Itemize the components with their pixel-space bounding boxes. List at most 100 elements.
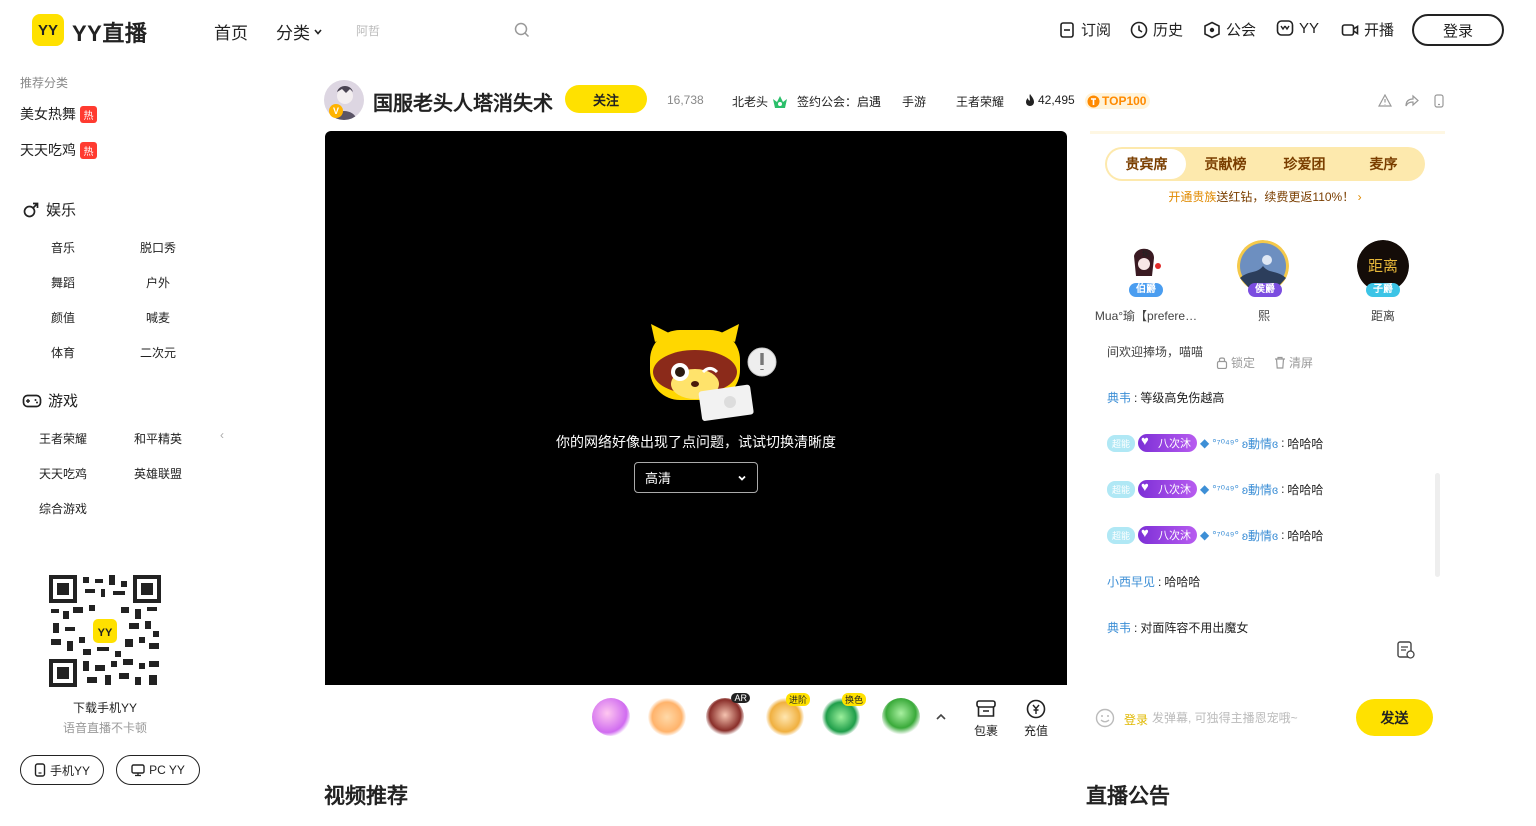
send-button[interactable]: 发送 <box>1356 699 1433 736</box>
chat-username[interactable]: 小西早见 <box>1107 573 1155 590</box>
report-icon[interactable] <box>1378 94 1392 108</box>
bag-label: 包裹 <box>973 724 998 738</box>
nav-yy[interactable]: YY <box>1276 19 1319 37</box>
room-title: 国服老头人塔消失术 <box>373 93 553 115</box>
category-outdoor[interactable]: 户外 <box>118 274 198 291</box>
tab-contribution[interactable]: 贡献榜 <box>1186 149 1265 179</box>
noble-promo[interactable]: 开通贵族送红钻，续费更返110%！ › <box>1105 188 1425 205</box>
gift-badge-ar: AR <box>731 693 750 703</box>
gift-balloon[interactable] <box>882 698 920 736</box>
lock-button[interactable]: 锁定 <box>1216 354 1255 371</box>
vip-name-1[interactable]: Mua°瑜【prefere… <box>1091 307 1201 324</box>
recommend-title: 推荐分类 <box>20 76 69 90</box>
rank-icon <box>1087 95 1100 107</box>
anchor-name-group[interactable]: 北老头 <box>732 93 788 110</box>
qr-code-icon: YY <box>49 575 161 687</box>
category-looks[interactable]: 颜值 <box>23 309 103 326</box>
category-peace-elite[interactable]: 和平精英 <box>118 430 198 447</box>
chat-message: 超能 八次沐 ◆ °⁷⁰⁴⁹° ʚ動情ɞ:哈哈哈 <box>1107 525 1323 544</box>
nav-guild[interactable]: 公会 <box>1203 19 1256 40</box>
search-input[interactable] <box>356 18 506 44</box>
yy-logo-icon[interactable]: YY <box>32 14 64 46</box>
bag-icon <box>976 700 996 717</box>
network-error-text: 你的网络好像出现了点问题，试试切换清晰度 <box>556 434 836 450</box>
emoji-icon[interactable] <box>1095 708 1115 728</box>
category-pubg[interactable]: 天天吃鸡 <box>23 465 103 482</box>
category-honor-of-kings[interactable]: 王者荣耀 <box>23 430 103 447</box>
rank-badge[interactable]: TOP100 <box>1085 93 1151 109</box>
login-button[interactable]: 登录 <box>1412 14 1504 46</box>
chat-username[interactable]: 典韦 <box>1107 619 1131 636</box>
chat-user-prefix: °⁷⁰⁴⁹° <box>1212 483 1239 496</box>
recharge-button[interactable]: 充值 <box>1018 699 1054 739</box>
category-tag-mobile[interactable]: 手游 <box>902 93 926 110</box>
nav-guild-label: 公会 <box>1226 22 1257 39</box>
gift-cat[interactable]: 进阶 <box>766 693 810 736</box>
chat-login-link[interactable]: 登录 <box>1124 711 1148 728</box>
tab-vip-seats[interactable]: 贵宾席 <box>1107 149 1186 179</box>
category-sports[interactable]: 体育 <box>23 344 103 361</box>
promo-highlight: 开通贵族 <box>1168 190 1217 204</box>
chat-scrollbar[interactable] <box>1435 473 1440 577</box>
chat-username[interactable]: ʚ動情ɞ <box>1242 527 1278 544</box>
gift-badge-advance: 进阶 <box>785 693 810 706</box>
gift-ar-girl[interactable]: AR <box>706 693 750 736</box>
chevron-down-icon <box>738 475 746 481</box>
chat-input[interactable] <box>1152 708 1342 728</box>
vip-name-2[interactable]: 熙 <box>1209 307 1319 324</box>
sidebar-item-dance[interactable]: 美女热舞 热 <box>20 104 97 124</box>
gift-green-car[interactable]: 换色 <box>822 693 866 736</box>
gift-clap[interactable] <box>648 698 686 736</box>
mobile-yy-button[interactable]: 手机YY <box>20 755 104 785</box>
category-general-games[interactable]: 综合游戏 <box>23 500 103 517</box>
nav-broadcast[interactable]: 开播 <box>1341 19 1394 40</box>
category-talkshow[interactable]: 脱口秀 <box>118 239 198 256</box>
chat-username[interactable]: ʚ動情ɞ <box>1242 435 1278 452</box>
rank-label: TOP100 <box>1102 94 1147 108</box>
entertainment-title: 娱乐 <box>46 202 77 219</box>
level-badge: 超能 <box>1107 480 1136 498</box>
category-tag-game[interactable]: 王者荣耀 <box>956 93 1004 110</box>
bag-button[interactable]: 包裹 <box>968 699 1004 739</box>
chat-settings-icon[interactable] <box>1396 640 1416 660</box>
chat-username[interactable]: 典韦 <box>1107 389 1131 406</box>
nav-yy-label: YY <box>1299 19 1320 37</box>
pc-yy-button[interactable]: PC YY <box>116 755 200 785</box>
chat-text: 对面阵容不用出魔女 <box>1140 621 1249 635</box>
nav-history[interactable]: 历史 <box>1130 19 1183 40</box>
category-lol[interactable]: 英雄联盟 <box>118 465 198 482</box>
clock-icon <box>1130 21 1148 38</box>
sidebar-item-pubg[interactable]: 天天吃鸡 热 <box>20 140 97 160</box>
tab-fan-club[interactable]: 珍爱团 <box>1265 149 1344 179</box>
category-music[interactable]: 音乐 <box>23 239 103 256</box>
gift-candy[interactable] <box>592 698 630 736</box>
share-icon[interactable] <box>1405 94 1419 108</box>
chat-message: 典韦: 对面阵容不用出魔女 <box>1107 619 1249 636</box>
category-dance[interactable]: 舞蹈 <box>23 274 103 291</box>
nav-category[interactable]: 分类 <box>276 19 323 44</box>
clear-screen-label: 清屏 <box>1289 356 1314 370</box>
mobile-watch-icon[interactable] <box>1432 94 1446 108</box>
tab-mic-queue[interactable]: 麦序 <box>1344 149 1423 179</box>
chat-username[interactable]: ʚ動情ɞ <box>1242 481 1278 498</box>
guild-label[interactable]: 签约公会：启遇 <box>797 93 881 110</box>
chat-message: 超能 八次沐 ◆ °⁷⁰⁴⁹° ʚ動情ɞ:哈哈哈 <box>1107 479 1323 498</box>
logo-text[interactable]: YY直播 <box>72 16 147 48</box>
clear-screen-button[interactable]: 清屏 <box>1274 354 1313 371</box>
follow-button[interactable]: 关注 <box>565 85 647 113</box>
collapse-arrow-icon[interactable]: ‹ <box>220 428 224 442</box>
monitor-icon <box>131 764 145 777</box>
quality-select[interactable]: 高清 <box>634 462 758 493</box>
chevron-up-icon[interactable] <box>935 712 947 722</box>
vip-name-3[interactable]: 距离 <box>1328 307 1438 324</box>
vip-tabs: 贵宾席 贡献榜 珍爱团 麦序 <box>1105 147 1425 181</box>
category-acg[interactable]: 二次元 <box>118 344 198 361</box>
nav-subscribe[interactable]: 订阅 <box>1058 19 1111 40</box>
games-title: 游戏 <box>48 393 79 410</box>
category-mc[interactable]: 喊麦 <box>118 309 198 326</box>
fan-badge-label: 八次沐 <box>1158 438 1192 450</box>
nav-home[interactable]: 首页 <box>214 19 248 44</box>
vip-tag-earl: 伯爵 <box>1129 283 1163 297</box>
search-icon[interactable] <box>514 22 530 38</box>
hot-badge: 热 <box>80 141 97 159</box>
